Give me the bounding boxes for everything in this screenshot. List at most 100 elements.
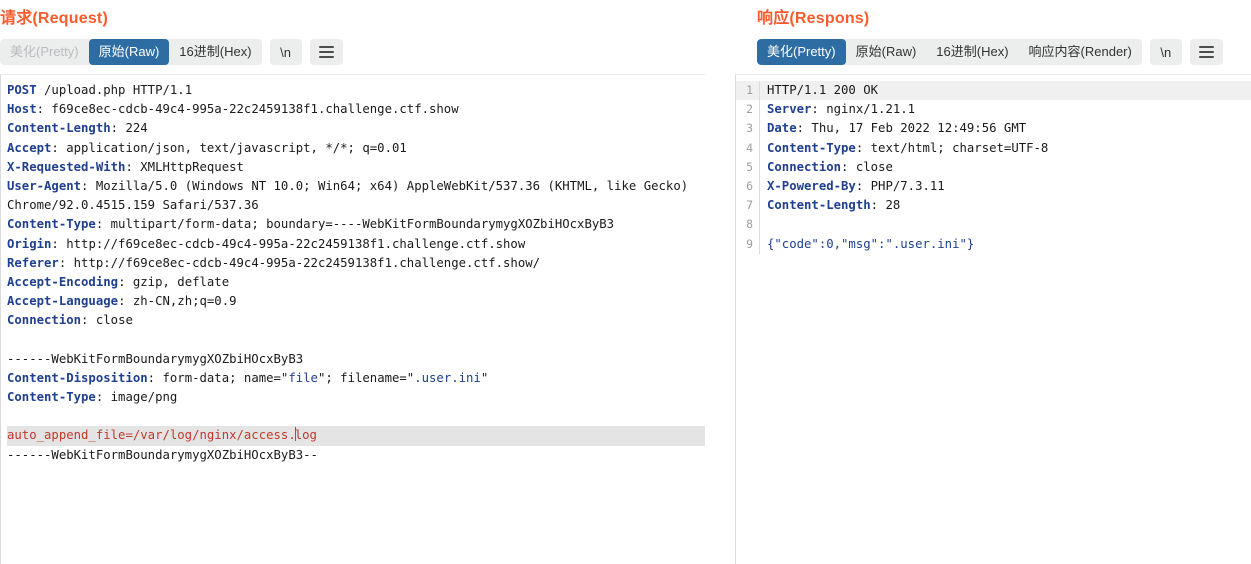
request-body-area[interactable]: POST /upload.php HTTP/1.1 Host: f69ce8ec-…: [0, 74, 705, 564]
code-token: POST: [7, 83, 37, 97]
request-line: Origin: http://f69ce8ec-cdcb-49c4-995a-2…: [7, 235, 705, 254]
response-line-text: {"code":0,"msg":".user.ini"}: [760, 235, 1251, 254]
request-line: [7, 330, 705, 349]
response-line: 8: [736, 215, 1251, 235]
code-token: : nginx/1.21.1: [811, 102, 916, 117]
request-line: User-Agent: Mozilla/5.0 (Windows NT 10.0…: [7, 177, 705, 196]
line-number: 8: [736, 215, 760, 235]
response-line: 6 X-Powered-By: PHP/7.3.11: [736, 176, 1251, 197]
response-body-area[interactable]: 1 HTTP/1.1 200 OK 2 Server: nginx/1.21.1 3 Da…: [735, 74, 1251, 564]
code-token: User-Agent: [7, 178, 82, 193]
code-token: Content-Type: [7, 390, 96, 404]
request-raw-text: POST /upload.php HTTP/1.1 Host: f69ce8ec-…: [7, 81, 705, 465]
code-token: Connection: [767, 159, 842, 174]
request-line: POST /upload.php HTTP/1.1: [7, 81, 705, 100]
hamburger-menu-icon: [1198, 46, 1214, 58]
request-tab-pretty[interactable]: 美化(Pretty): [0, 39, 89, 65]
request-line: Content-Type: multipart/form-data; bound…: [7, 215, 705, 234]
response-line-text: [760, 215, 1251, 234]
response-line-text: Content-Type: text/html; charset=UTF-8: [760, 139, 1251, 158]
response-tabbar: 美化(Pretty) 原始(Raw) 16进制(Hex) 响应内容(Render…: [735, 39, 1251, 65]
response-line-text: Content-Length: 28: [760, 196, 1251, 215]
request-line: Accept-Language: zh-CN,zh;q=0.9: [7, 292, 705, 311]
response-tab-raw[interactable]: 原始(Raw): [846, 39, 927, 65]
request-line: Host: f69ce8ec-cdcb-49c4-995a-22c2459138…: [7, 100, 705, 119]
code-token: file: [288, 370, 318, 385]
request-panel-title: 请求(Request): [0, 10, 108, 27]
code-token: : XMLHttpRequest: [125, 159, 244, 174]
response-line: 1 HTTP/1.1 200 OK: [736, 81, 1251, 101]
response-menu-button[interactable]: [1189, 39, 1223, 65]
code-token: : image/png: [95, 390, 178, 404]
request-tab-group: 美化(Pretty) 原始(Raw) 16进制(Hex): [0, 39, 262, 65]
response-line-text: X-Powered-By: PHP/7.3.11: [760, 177, 1251, 196]
request-line: Connection: close: [7, 311, 705, 330]
code-token: : PHP/7.3.11: [855, 178, 945, 193]
line-number: 9: [736, 234, 760, 254]
code-token: .user.ini: [414, 370, 481, 385]
line-number: 1: [736, 81, 760, 101]
code-token: X-Requested-With: [7, 159, 126, 174]
response-tab-pretty[interactable]: 美化(Pretty): [757, 39, 846, 65]
request-tab-raw[interactable]: 原始(Raw): [88, 39, 170, 65]
hamburger-menu-icon: [318, 46, 334, 58]
code-token: Accept-Language: [7, 294, 119, 309]
code-token: "; filename=": [317, 370, 415, 385]
line-number: 2: [736, 100, 760, 120]
code-token: : text/html; charset=UTF-8: [855, 140, 1049, 155]
code-token: {"code":0,"msg":".user.ini"}: [767, 236, 975, 251]
code-token: Content-Disposition: [7, 370, 148, 385]
code-token: : 224: [110, 121, 148, 136]
code-token: Host: [7, 102, 37, 117]
response-line-text: Server: nginx/1.21.1: [760, 100, 1251, 119]
response-tab-hex[interactable]: 16进制(Hex): [926, 39, 1018, 65]
response-line: 4 Content-Type: text/html; charset=UTF-8: [736, 138, 1251, 158]
http-request-response-viewer: 请求(Request) 美化(Pretty) 原始(Raw) 16进制(Hex)…: [0, 0, 1251, 564]
code-token: X-Powered-By: [767, 178, 856, 193]
response-panel: 响应(Respons) 美化(Pretty) 原始(Raw) 16进制(Hex)…: [735, 0, 1251, 564]
request-newline-button[interactable]: \n: [269, 39, 302, 65]
code-token: : multipart/form-data; boundary=----WebK…: [95, 217, 615, 232]
code-token: : zh-CN,zh;q=0.9: [118, 294, 237, 309]
response-line: 9 {"code":0,"msg":".user.ini"}: [736, 234, 1251, 254]
code-token: : Thu, 17 Feb 2022 12:49:56 GMT: [796, 121, 1027, 136]
code-token: Referer: [7, 255, 59, 270]
request-line: Chrome/92.0.4515.159 Safari/537.36: [7, 196, 705, 215]
code-token: : 28: [870, 198, 901, 213]
payload-text-after-caret: log: [294, 428, 317, 443]
response-tab-group: 美化(Pretty) 原始(Raw) 16进制(Hex) 响应内容(Render…: [757, 39, 1142, 65]
response-line: 5 Connection: close: [736, 157, 1251, 177]
code-token: HTTP/1.1 200 OK: [767, 83, 879, 97]
request-line: Content-Length: 224: [7, 119, 705, 138]
code-token: : close: [841, 159, 893, 174]
request-line: Accept: application/json, text/javascrip…: [7, 139, 705, 158]
request-line: Content-Type: image/png: [7, 388, 705, 407]
request-tabbar: 美化(Pretty) 原始(Raw) 16进制(Hex) \n: [0, 39, 734, 65]
code-token: Content-Length: [767, 198, 871, 213]
panel-top-gap: [726, 0, 735, 74]
code-token: : form-data; name=": [147, 370, 289, 385]
code-token: Date: [767, 121, 797, 136]
request-tab-hex[interactable]: 16进制(Hex): [169, 39, 261, 65]
code-token: : Mozilla/5.0 (Windows NT 10.0; Win64; x…: [81, 178, 689, 193]
code-token: ------WebKitFormBoundarymygXOZbiHOcxByB3: [7, 351, 304, 366]
code-token: Server: [767, 102, 812, 117]
code-token: : http://f69ce8ec-cdcb-49c4-995a-22c2459…: [51, 236, 526, 251]
request-line: X-Requested-With: XMLHttpRequest: [7, 158, 705, 177]
request-line: ------WebKitFormBoundarymygXOZbiHOcxByB3: [7, 350, 705, 369]
code-token: /upload.php HTTP/1.1: [36, 83, 193, 97]
code-token: ------WebKitFormBoundarymygXOZbiHOcxByB3…: [7, 447, 318, 462]
code-token: Content-Length: [7, 121, 111, 136]
response-tab-render[interactable]: 响应内容(Render): [1019, 39, 1142, 65]
response-line-text: Date: Thu, 17 Feb 2022 12:49:56 GMT: [760, 119, 1251, 138]
code-token: Connection: [7, 313, 82, 328]
highlighted-payload-line[interactable]: auto_append_file=/var/log/nginx/access.l…: [7, 426, 705, 446]
response-pretty-text: 1 HTTP/1.1 200 OK 2 Server: nginx/1.21.1 3 Da…: [736, 81, 1251, 254]
code-token: : f69ce8ec-cdcb-49c4-995a-22c2459138f1.c…: [36, 102, 459, 117]
line-number: 3: [736, 119, 760, 139]
response-newline-button[interactable]: \n: [1149, 39, 1182, 65]
code-token: Content-Type: [767, 140, 856, 155]
line-number: 7: [736, 196, 760, 216]
request-line: [7, 407, 705, 426]
request-menu-button[interactable]: [309, 39, 343, 65]
